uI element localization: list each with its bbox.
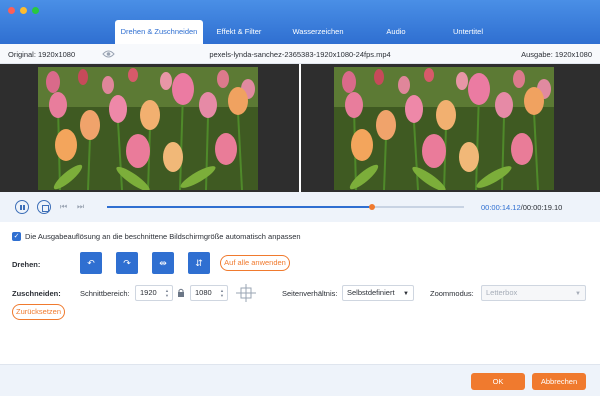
footer-bar: OK Abbrechen: [0, 364, 600, 396]
crop-area-label: Schnittbereich:: [80, 289, 130, 298]
apply-all-button[interactable]: Auf alle anwenden: [220, 255, 290, 271]
crop-height-stepper[interactable]: ▲ ▼: [220, 288, 225, 298]
rotate-label: Drehen:: [12, 260, 41, 269]
file-name: pexels-lynda-sanchez-2365383-1920x1080-2…: [209, 50, 391, 59]
crop-width-input[interactable]: 1920 ▲ ▼: [135, 285, 173, 301]
output-resolution: Ausgabe: 1920x1080: [521, 50, 592, 59]
skip-back-icon[interactable]: ⏮: [60, 202, 70, 212]
lock-icon[interactable]: [177, 288, 185, 298]
cancel-button[interactable]: Abbrechen: [532, 373, 586, 390]
chevron-down-icon: ▼: [575, 291, 581, 297]
auto-adjust-label: Die Ausgabeauflösung an die beschnittene…: [25, 232, 301, 241]
tab-watermark[interactable]: Wasserzeichen: [275, 20, 361, 44]
tulip-image: [38, 67, 258, 190]
title-bar: Drehen & Zuschneiden Effekt & Filter Was…: [0, 0, 600, 44]
crop-height-value: 1080: [195, 288, 212, 297]
video-frame: [334, 67, 554, 190]
chevron-down-icon: ▼: [403, 291, 409, 297]
playback-controls: ⏮ ⏭ 00:00:14.12/00:00:19.10: [0, 192, 600, 222]
current-time: 00:00:14.12: [481, 203, 521, 212]
auto-adjust-row: ✓ Die Ausgabeauflösung an die beschnitte…: [12, 232, 301, 241]
crop-width-value: 1920: [140, 288, 157, 297]
preview-area: [0, 64, 600, 192]
rotate-left-button[interactable]: ↶: [80, 252, 102, 274]
tab-bar: Drehen & Zuschneiden Effekt & Filter Was…: [115, 20, 505, 44]
rotate-right-button[interactable]: ↷: [116, 252, 138, 274]
crop-width-stepper[interactable]: ▲ ▼: [165, 288, 170, 298]
tab-effect-filter[interactable]: Effekt & Filter: [203, 20, 275, 44]
settings-panel: ✓ Die Ausgabeauflösung an die beschnitte…: [0, 222, 600, 364]
flip-horizontal-button[interactable]: ⇹: [152, 252, 174, 274]
info-bar: Original: 1920x1080 pexels-lynda-sanchez…: [0, 44, 600, 64]
auto-adjust-checkbox[interactable]: ✓: [12, 232, 21, 241]
close-window-button[interactable]: [8, 7, 15, 14]
progress-handle[interactable]: [368, 204, 375, 210]
progress-fill: [107, 206, 372, 208]
original-preview: [0, 64, 299, 192]
time-display: 00:00:14.12/00:00:19.10: [481, 203, 562, 212]
aspect-ratio-label: Seitenverhältnis:: [282, 289, 338, 298]
tab-subtitles[interactable]: Untertitel: [431, 20, 505, 44]
minimize-window-button[interactable]: [20, 7, 27, 14]
aspect-ratio-select[interactable]: Selbstdefiniert ▼: [342, 285, 414, 301]
stop-button[interactable]: [37, 200, 51, 214]
pause-button[interactable]: [15, 200, 29, 214]
tab-rotate-crop[interactable]: Drehen & Zuschneiden: [115, 20, 203, 44]
zoom-mode-select: Letterbox ▼: [481, 285, 586, 301]
tab-audio[interactable]: Audio: [361, 20, 431, 44]
zoom-mode-label: Zoommodus:: [430, 289, 474, 298]
aspect-ratio-value: Selbstdefiniert: [347, 288, 395, 297]
tulip-image: [334, 67, 554, 190]
total-time: /00:00:19.10: [520, 203, 563, 212]
skip-forward-icon[interactable]: ⏭: [77, 202, 87, 212]
ok-button[interactable]: OK: [471, 373, 525, 390]
zoom-window-button[interactable]: [32, 7, 39, 14]
center-crop-icon[interactable]: [236, 284, 256, 302]
zoom-mode-value: Letterbox: [486, 288, 518, 297]
crop-label: Zuschneiden:: [12, 289, 61, 298]
flip-vertical-button[interactable]: ⇵: [188, 252, 210, 274]
reset-button[interactable]: Zurücksetzen: [12, 304, 65, 320]
crop-height-input[interactable]: 1080 ▲ ▼: [190, 285, 228, 301]
progress-track[interactable]: [107, 204, 464, 210]
output-preview: [301, 64, 600, 192]
video-frame: [38, 67, 258, 190]
